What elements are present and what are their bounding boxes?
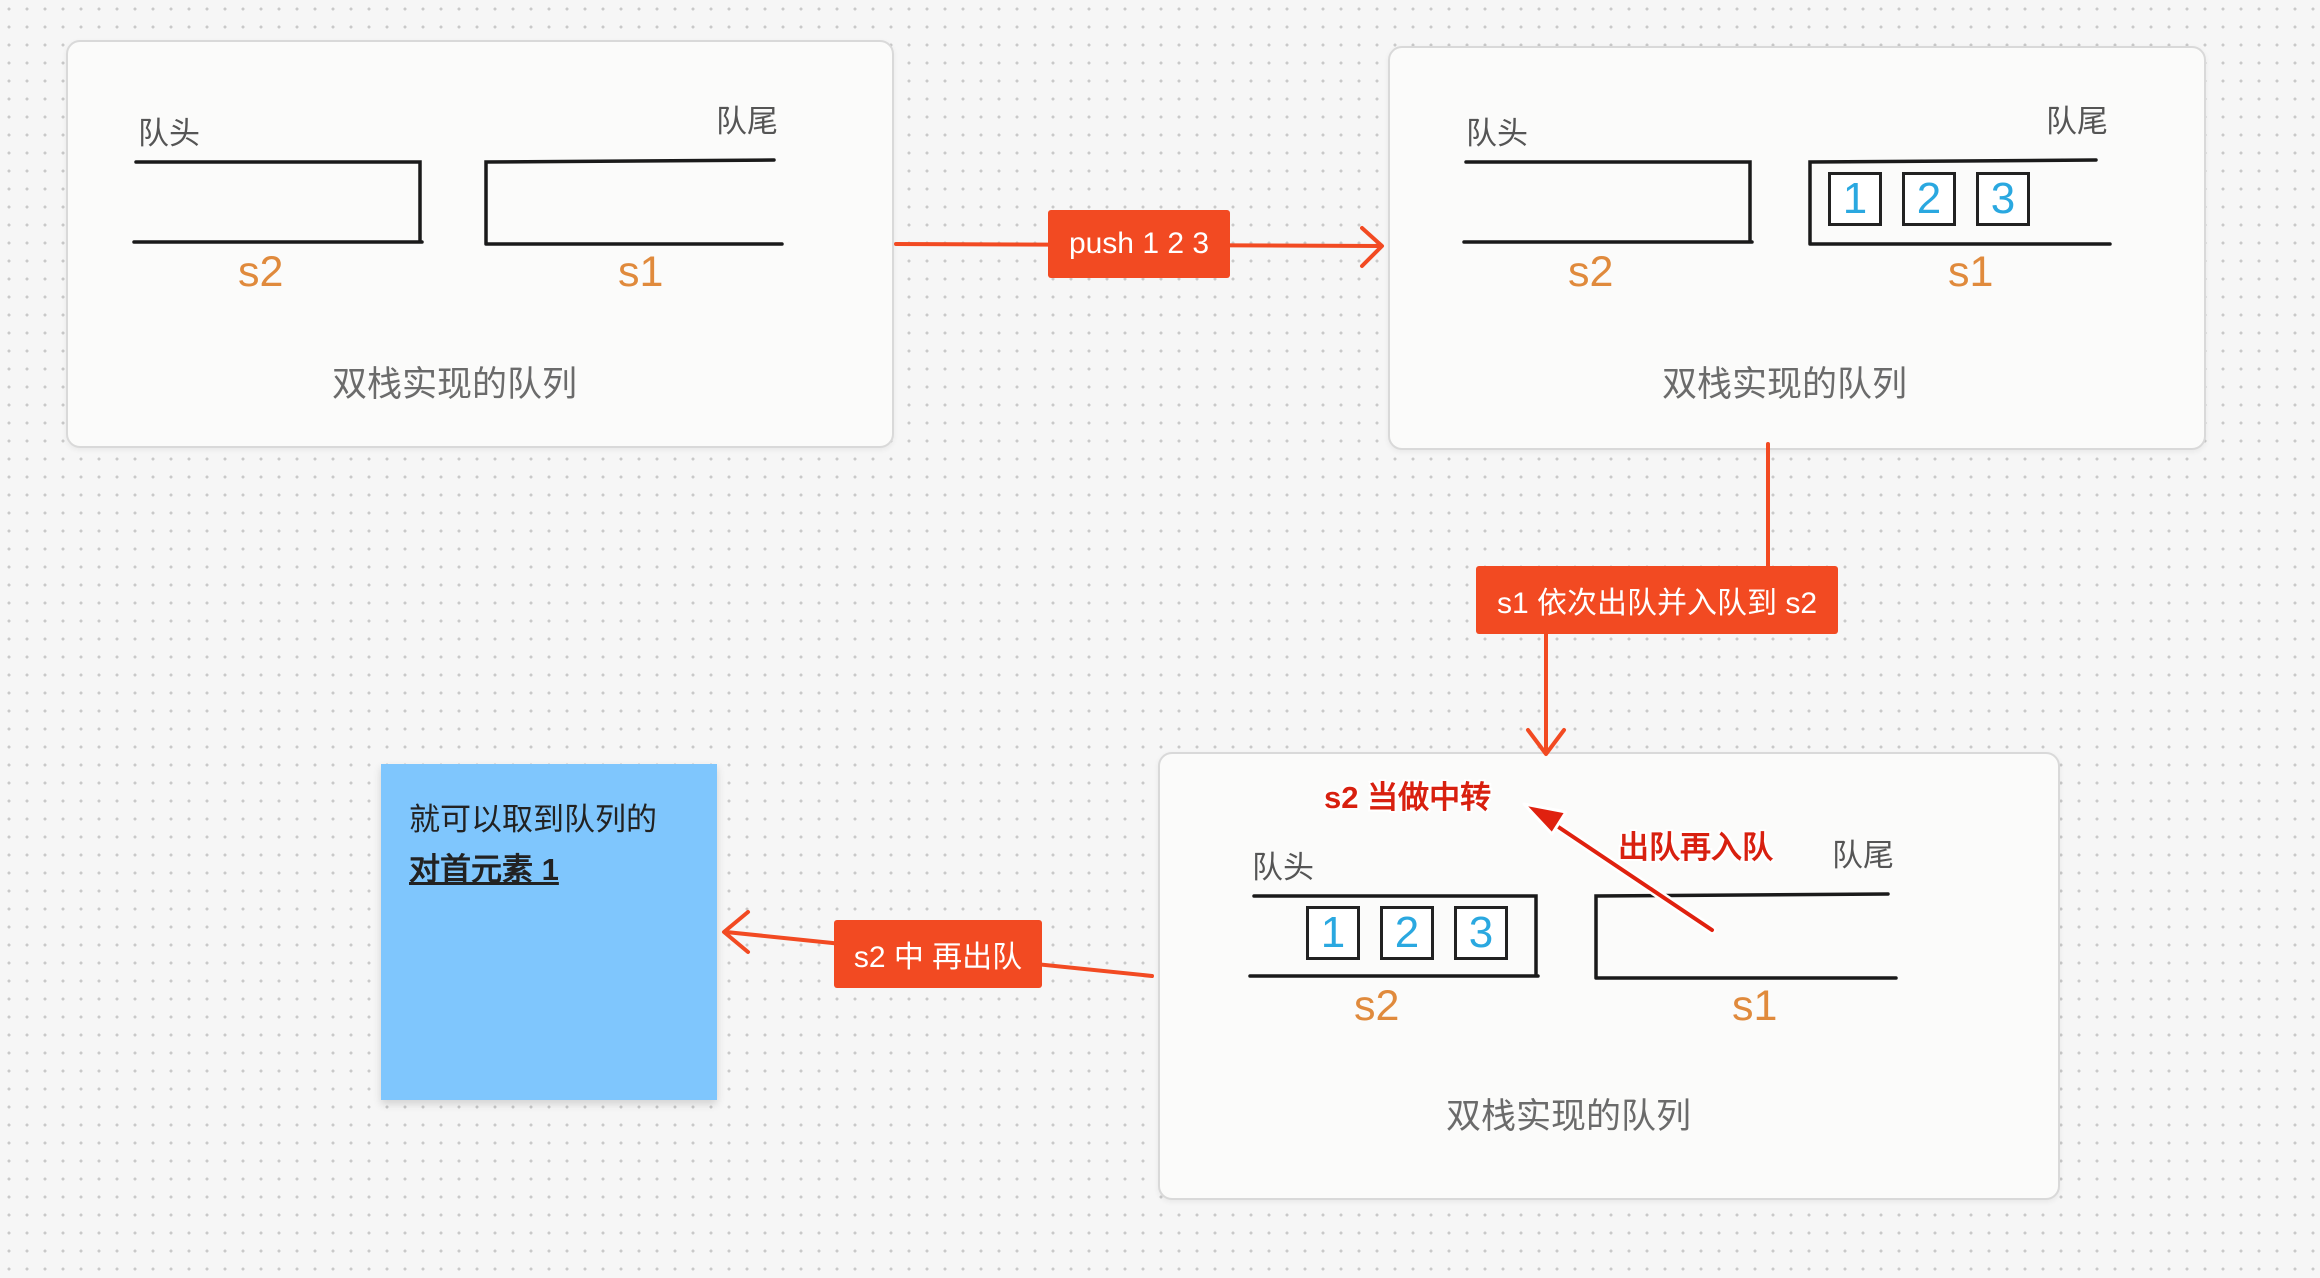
note-text-line2: 对首元素 1: [409, 852, 559, 887]
transfer-label: s1 依次出队并入队到 s2: [1476, 566, 1838, 634]
reenqueue-annotation: 出队再入队: [1618, 830, 1773, 865]
push-label: push 1 2 3: [1048, 210, 1230, 278]
sticky-note: 就可以取到队列的 对首元素 1: [381, 764, 717, 1100]
pop-label: s2 中 再出队: [834, 920, 1042, 988]
relay-annotation: s2 当做中转: [1324, 780, 1492, 815]
connector-arrows: [722, 226, 1770, 978]
note-text-line1: 就可以取到队列的: [409, 802, 657, 837]
